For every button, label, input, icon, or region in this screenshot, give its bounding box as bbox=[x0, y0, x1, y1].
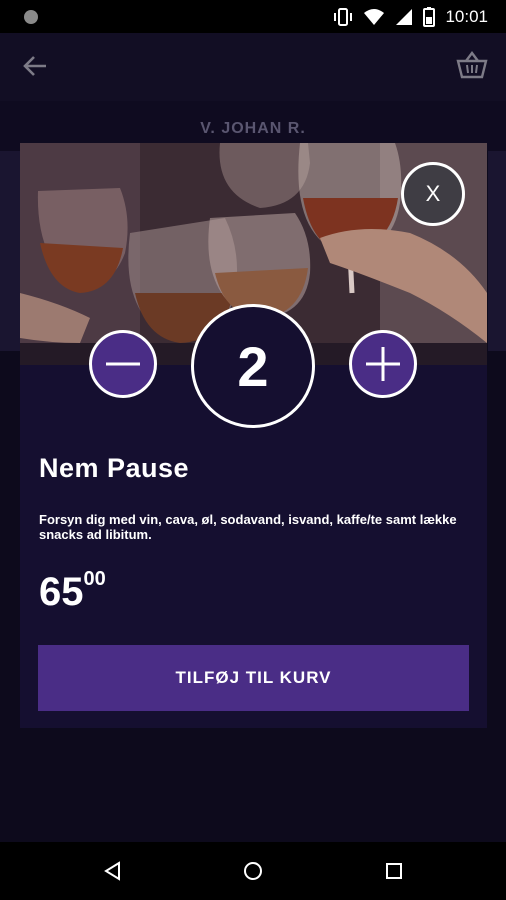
home-circle-icon[interactable] bbox=[243, 861, 263, 881]
quantity-decrease-button[interactable] bbox=[89, 330, 157, 398]
vibrate-icon bbox=[334, 7, 353, 26]
price-cents: 00 bbox=[83, 568, 106, 590]
add-to-basket-button[interactable]: TILFØJ TIL KURV bbox=[38, 645, 469, 711]
status-bar: 10:01 bbox=[0, 0, 506, 33]
basket-icon[interactable] bbox=[456, 49, 488, 81]
quantity-increase-button[interactable] bbox=[349, 330, 417, 398]
minus-icon bbox=[106, 362, 140, 366]
product-name: Nem Pause bbox=[39, 453, 190, 483]
notification-dot-icon bbox=[24, 9, 38, 24]
recents-square-icon[interactable] bbox=[384, 861, 404, 881]
background-card-right bbox=[488, 151, 506, 351]
plus-icon bbox=[366, 347, 400, 381]
quantity-value: 2 bbox=[191, 304, 315, 428]
back-triangle-icon[interactable] bbox=[103, 861, 123, 881]
status-time: 10:01 bbox=[445, 6, 488, 26]
venue-title: V. JOHAN R. bbox=[200, 120, 306, 137]
status-icons: 10:01 bbox=[333, 6, 488, 27]
price-main: 65 bbox=[39, 570, 84, 614]
arrow-left-icon[interactable] bbox=[22, 53, 48, 79]
close-button[interactable]: X bbox=[401, 162, 465, 226]
app-header bbox=[0, 33, 506, 101]
wifi-icon bbox=[364, 8, 385, 25]
product-modal: X 2 Nem Pause Forsyn dig med vin, cava, … bbox=[20, 143, 487, 728]
system-nav-bar bbox=[0, 842, 506, 900]
background-card-left bbox=[0, 151, 20, 351]
signal-icon bbox=[396, 8, 413, 25]
product-description: Forsyn dig med vin, cava, øl, sodavand, … bbox=[39, 512, 457, 542]
product-price: 6500 bbox=[39, 568, 106, 615]
battery-icon bbox=[423, 6, 436, 27]
